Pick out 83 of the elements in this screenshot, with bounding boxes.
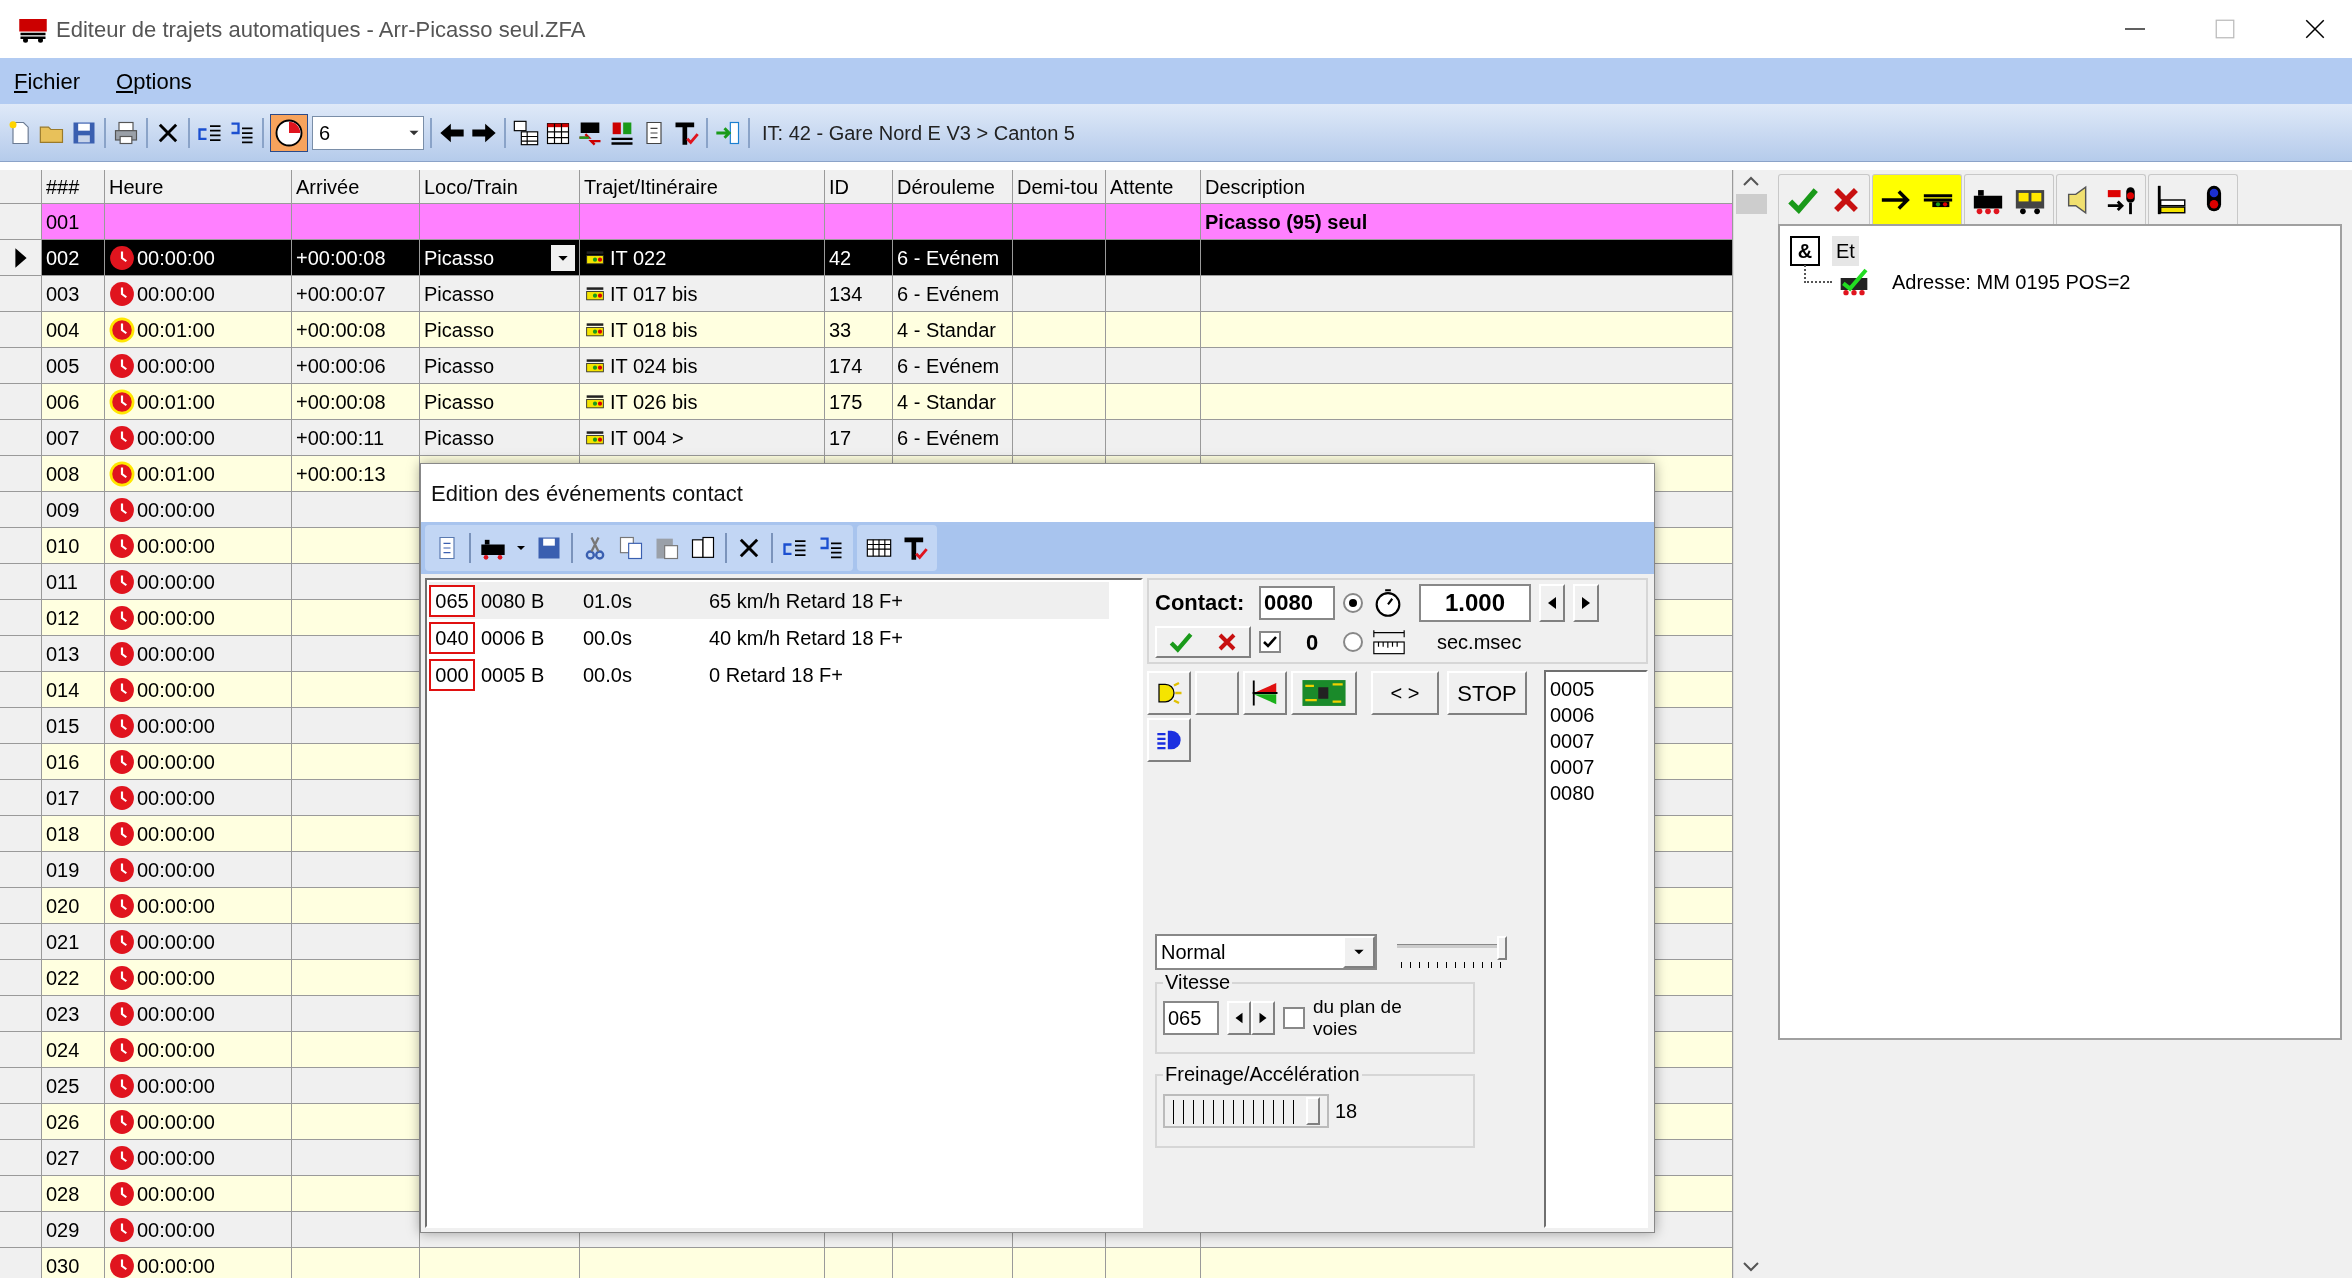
slider-value: 18	[1335, 1099, 1358, 1124]
route-cell-text: IT 004 >	[610, 425, 684, 451]
stop-button[interactable]: STOP	[1447, 671, 1527, 715]
itinerary-status: IT: 42 - Gare Nord E V3 > Canton 5	[762, 120, 1075, 146]
checkbox-label: du plan de voies	[1313, 996, 1403, 1040]
table-row[interactable]: 002 00:00:00 +00:00:08 Picasso IT 022 42 6 - Evénem	[0, 240, 1733, 276]
dialog-title: Edition des événements contact	[431, 479, 743, 508]
event-description: 0 Retard 18 F+	[709, 662, 843, 688]
speed-field[interactable]: 065	[1163, 1001, 1219, 1035]
event-time: 00.0s	[583, 625, 633, 651]
unit-label: sec.msec	[1437, 630, 1522, 655]
time-cell-text: 00:00:00	[137, 497, 215, 523]
list-item[interactable]: 0080	[1550, 780, 1642, 806]
interval-combo[interactable]: 6	[312, 115, 424, 150]
time-cell-text: 00:00:00	[137, 929, 215, 955]
tree-node[interactable]: Adresse: MM 0195 POS=2	[1892, 267, 2131, 297]
speed-code: 065	[429, 584, 475, 617]
speed-code: 040	[429, 621, 475, 654]
time-cell-text: 00:00:00	[137, 641, 215, 667]
time-cell-text: 00:00:00	[137, 857, 215, 883]
time-cell-text: 00:00:00	[137, 1109, 215, 1135]
list-item[interactable]: 0006	[1550, 702, 1642, 728]
time-cell-text: 00:00:00	[137, 893, 215, 919]
time-cell-text: 00:00:00	[137, 1037, 215, 1063]
time-cell-text: 00:00:00	[137, 533, 215, 559]
list-item[interactable]: 0007	[1550, 754, 1642, 780]
table-row[interactable]: 007 00:00:00 +00:00:11 Picasso IT 004 > 17 6 - Evénem	[0, 420, 1733, 456]
table-row[interactable]: 003 00:00:00 +00:00:07 Picasso IT 017 bis 134 6 - Evénem	[0, 276, 1733, 312]
contact-field[interactable]: 0080	[1259, 585, 1335, 620]
contact-number: 0005 B	[480, 662, 546, 688]
menu-item[interactable]: Fichier	[8, 64, 87, 98]
tree-node[interactable]: Et	[1832, 236, 1859, 266]
route-cell-text: IT 022	[610, 245, 667, 271]
menu-item[interactable]: Options	[110, 64, 198, 98]
contact-label: Contact:	[1155, 589, 1246, 617]
time-cell-text: 00:00:00	[137, 569, 215, 595]
table-row[interactable]: 004 00:01:00 +00:00:08 Picasso IT 018 bis 33 4 - Standar	[0, 312, 1733, 348]
time-cell-text: 00:00:00	[137, 677, 215, 703]
time-cell-text: 00:00:00	[137, 1073, 215, 1099]
route-cell-text: IT 024 bis	[610, 353, 698, 379]
time-cell-text: 00:00:00	[137, 965, 215, 991]
event-time: 01.0s	[583, 588, 633, 614]
route-cell-text: IT 017 bis	[610, 281, 698, 307]
table-row[interactable]: 030 00:00:00	[0, 1248, 1733, 1278]
time-cell-text: 00:00:00	[137, 713, 215, 739]
route-cell-text: IT 018 bis	[610, 317, 698, 343]
counter-value: 0	[1304, 628, 1320, 657]
contact-number: 0080 B	[480, 588, 546, 614]
window-title: Editeur de trajets automatiques - Arr-Picasso seul.ZFA	[56, 15, 586, 44]
list-item[interactable]: 0005	[1550, 676, 1642, 702]
time-cell-text: 00:00:00	[137, 1001, 215, 1027]
event-description: 65 km/h Retard 18 F+	[709, 588, 903, 614]
time-cell-text: 00:00:00	[137, 353, 215, 379]
contact-number: 0006 B	[480, 625, 546, 651]
time-cell-text: 00:00:00	[137, 1217, 215, 1243]
speed-code: 000	[429, 658, 475, 691]
time-cell-text: 00:00:00	[137, 1145, 215, 1171]
time-cell-text: 00:01:00	[137, 461, 215, 487]
duration-field[interactable]: 1.000	[1419, 583, 1531, 622]
time-cell-text: 00:01:00	[137, 389, 215, 415]
loco-cell-text: Picasso	[424, 245, 496, 271]
time-cell-text: 00:00:00	[137, 605, 215, 631]
event-row[interactable]: 065 0080 B 01.0s 65 km/h Retard 18 F+	[429, 582, 1109, 619]
table-row[interactable]: 001 Picasso (95) seul	[0, 204, 1733, 240]
time-cell-text: 00:00:00	[137, 281, 215, 307]
time-cell-text: 00:00:00	[137, 425, 215, 451]
list-item[interactable]: 0007	[1550, 728, 1642, 754]
time-cell-text: 00:00:00	[137, 1253, 215, 1278]
direction-button[interactable]: < >	[1371, 671, 1439, 715]
time-cell-text: 00:00:00	[137, 245, 215, 271]
event-time: 00.0s	[583, 662, 633, 688]
event-description: 40 km/h Retard 18 F+	[709, 625, 903, 651]
table-row[interactable]: 006 00:01:00 +00:00:08 Picasso IT 026 bis 175 4 - Standar	[0, 384, 1733, 420]
route-cell-text: IT 026 bis	[610, 389, 698, 415]
mode-dropdown[interactable]: Normal	[1155, 934, 1377, 970]
row-number: 030	[42, 1248, 105, 1278]
time-cell-text: 00:00:00	[137, 785, 215, 811]
time-cell-text: 00:01:00	[137, 317, 215, 343]
time-cell-text: 00:00:00	[137, 821, 215, 847]
time-cell-text: 00:00:00	[137, 1181, 215, 1207]
table-row[interactable]: 005 00:00:00 +00:00:06 Picasso IT 024 bis 174 6 - Evénem	[0, 348, 1733, 384]
time-cell-text: 00:00:00	[137, 749, 215, 775]
and-gate-icon: &	[1790, 236, 1820, 266]
